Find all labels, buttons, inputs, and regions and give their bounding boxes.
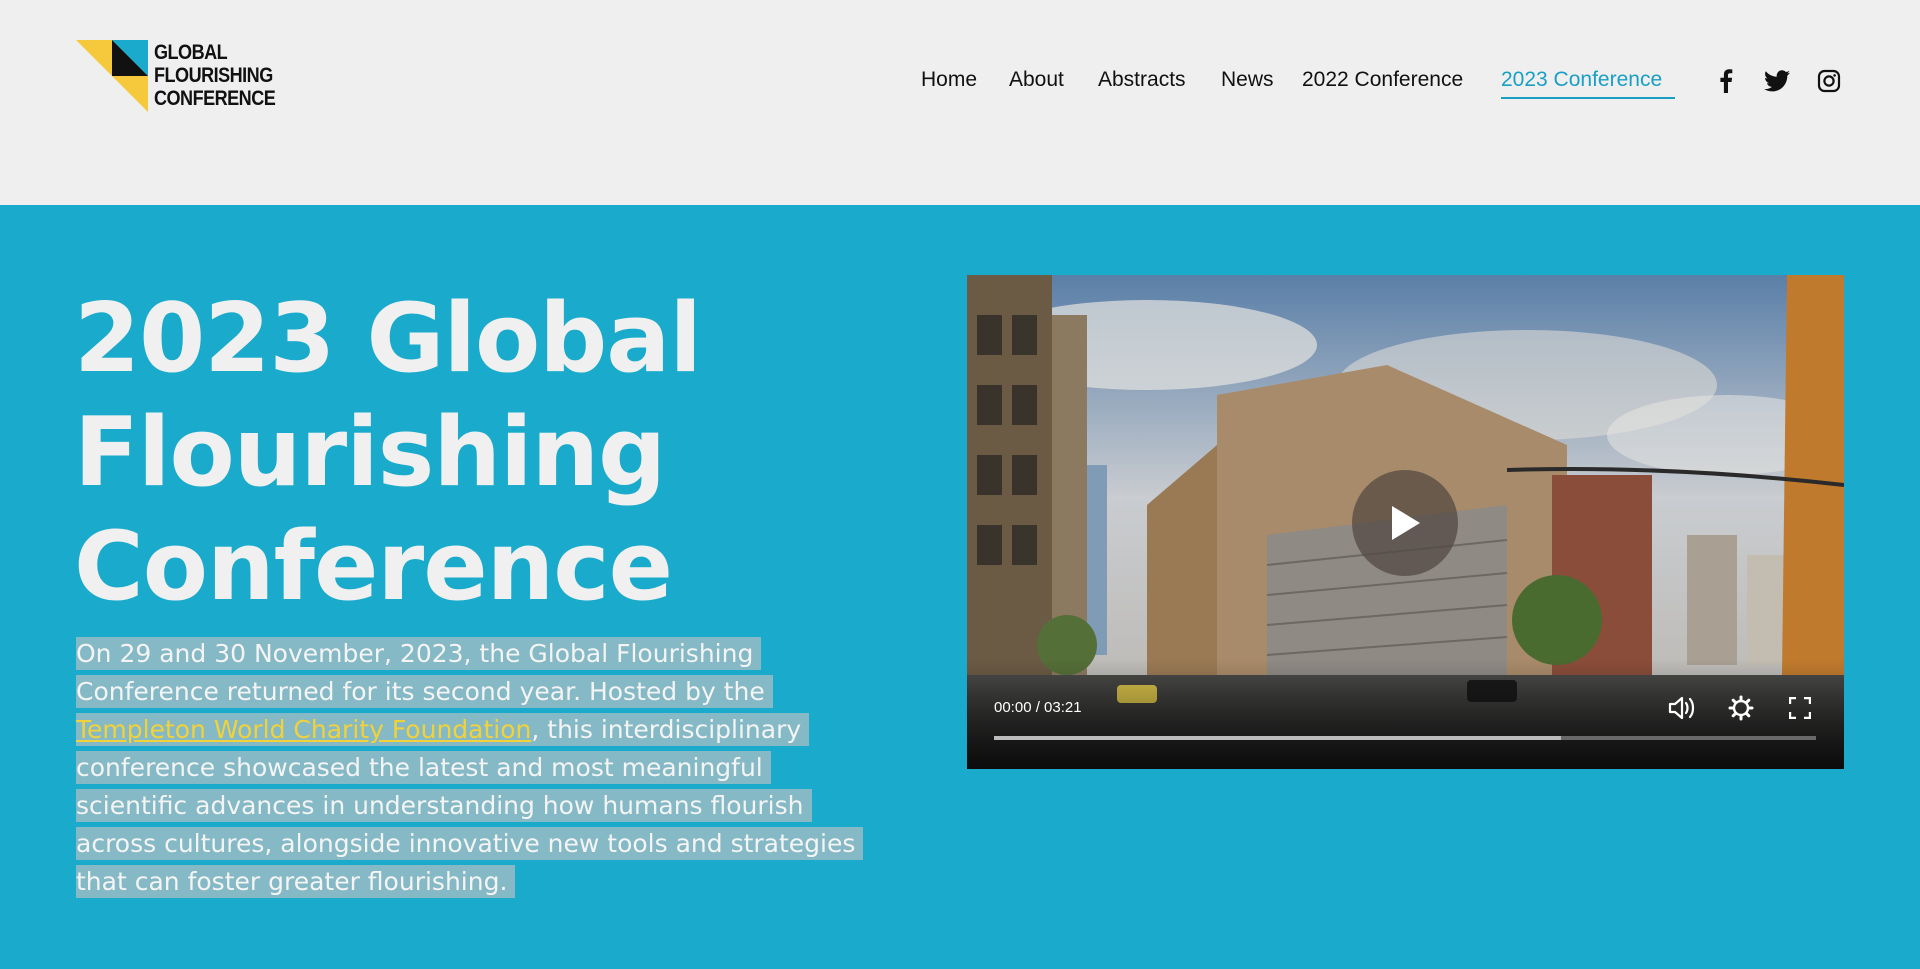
video-controls-bar — [967, 659, 1844, 769]
intro-paragraph: On 29 and 30 November, 2023, the Global … — [76, 635, 876, 901]
video-buffered-fill — [994, 736, 1562, 740]
nav-abstracts[interactable]: Abstracts — [1098, 68, 1186, 92]
logo-line: FLOURISHING — [154, 64, 273, 87]
title-line: Flourishing — [74, 398, 666, 508]
twitter-icon[interactable] — [1764, 68, 1790, 94]
templeton-link[interactable]: Templeton World Charity Foundation — [76, 715, 531, 744]
nav-news[interactable]: News — [1221, 68, 1274, 92]
video-time-display: 00:00 / 03:21 — [994, 699, 1082, 716]
page-title: 2023 Global Flourishing Conference — [74, 282, 834, 624]
site-header: GLOBAL FLOURISHING CONFERENCE Home About… — [0, 0, 1920, 205]
nav-about[interactable]: About — [1009, 68, 1064, 92]
logo-wordmark: GLOBAL FLOURISHING CONFERENCE — [154, 41, 276, 110]
nav-2023-conference[interactable]: 2023 Conference — [1501, 68, 1662, 92]
video-player[interactable]: 00:00 / 03:21 — [967, 275, 1844, 769]
nav-home[interactable]: Home — [921, 68, 977, 92]
play-button[interactable] — [1352, 470, 1458, 576]
facebook-icon[interactable] — [1713, 68, 1739, 94]
instagram-icon[interactable] — [1816, 68, 1842, 94]
logo-line: CONFERENCE — [154, 87, 276, 110]
intro-text-start: On 29 and 30 November, 2023, the Global … — [76, 639, 765, 706]
site-logo[interactable]: GLOBAL FLOURISHING CONFERENCE — [76, 40, 286, 114]
nav-active-underline — [1501, 97, 1675, 99]
title-line: Conference — [74, 512, 673, 622]
title-line: 2023 Global — [74, 284, 702, 394]
logo-mark-icon — [76, 40, 148, 112]
nav-2022-conference[interactable]: 2022 Conference — [1302, 68, 1463, 92]
volume-icon[interactable] — [1667, 693, 1697, 723]
logo-line: GLOBAL — [154, 41, 228, 64]
intro-text-highlight: On 29 and 30 November, 2023, the Global … — [76, 637, 864, 898]
settings-icon[interactable] — [1726, 693, 1756, 723]
play-icon — [1392, 506, 1420, 540]
fullscreen-icon[interactable] — [1785, 693, 1815, 723]
video-progress-bar[interactable] — [994, 736, 1816, 740]
